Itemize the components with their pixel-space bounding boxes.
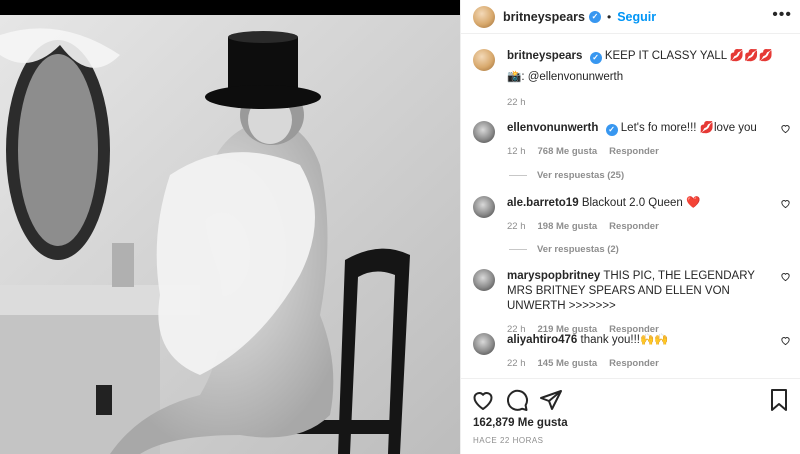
like-comment-heart-icon[interactable] [780, 271, 791, 282]
comment-item: ellenvonunwerth ✓ Let's fo more!!! 💋love… [461, 121, 800, 159]
post-photo-image [0, 15, 460, 454]
post-actions: 162,879 Me gusta HACE 22 HORAS [461, 378, 800, 454]
replies-line [509, 249, 527, 250]
comment-username[interactable]: ale.barreto19 [507, 197, 579, 209]
verified-badge-icon: ✓ [605, 124, 618, 136]
follow-button[interactable]: Seguir [617, 10, 656, 24]
post-caption: britneyspears ✓ KEEP IT CLASSY YALL 💋💋💋 … [461, 35, 800, 110]
author-avatar[interactable] [473, 5, 495, 28]
comment-time: 22 h [507, 358, 526, 369]
comment-icon[interactable] [505, 388, 529, 412]
view-replies-button[interactable]: Ver respuestas (2) [509, 244, 619, 255]
comment-username[interactable]: maryspopbritney [507, 270, 600, 282]
comment-likes[interactable]: 768 Me gusta [538, 144, 598, 159]
comment-item: ale.barreto19 Blackout 2.0 Queen ❤️ 22 h… [461, 196, 800, 234]
comment-username[interactable]: aliyahtiro476 [507, 334, 577, 346]
comment-likes[interactable]: 145 Me gusta [538, 356, 598, 371]
comment-avatar[interactable] [473, 196, 495, 218]
view-replies-button[interactable]: Ver respuestas (25) [509, 170, 624, 181]
comment-username[interactable]: ellenvonunwerth [507, 122, 598, 134]
reply-button[interactable]: Responder [609, 356, 659, 371]
share-icon[interactable] [539, 388, 563, 412]
caption-credit[interactable]: 📸: @ellenvonunwerth [507, 70, 773, 85]
comment-item: maryspopbritney THIS PIC, THE LEGENDARY … [461, 269, 800, 337]
heart-icon[interactable] [471, 388, 495, 412]
comment-text: Let's fo more!!! 💋love you [620, 122, 757, 134]
caption-time: 22 h [507, 97, 526, 108]
comment-item: aliyahtiro476 thank you!!!🙌🙌 22 h 145 Me… [461, 333, 800, 371]
verified-badge-icon: ✓ [589, 52, 602, 64]
separator-dot: • [606, 9, 612, 24]
post-timestamp: HACE 22 HORAS [473, 436, 544, 445]
post-side-panel: britneyspears ✓ • Seguir ••• britneyspea… [460, 0, 800, 454]
comments-list[interactable]: britneyspears ✓ KEEP IT CLASSY YALL 💋💋💋 … [461, 35, 800, 378]
comment-avatar[interactable] [473, 121, 495, 143]
post-photo[interactable] [0, 15, 460, 454]
post-likes-count[interactable]: 162,879 Me gusta [461, 413, 800, 429]
caption-text: KEEP IT CLASSY YALL 💋💋💋 [604, 50, 773, 62]
like-comment-heart-icon[interactable] [780, 123, 791, 134]
comment-avatar[interactable] [473, 269, 495, 291]
comment-text: thank you!!!🙌🙌 [580, 334, 669, 346]
comment-likes[interactable]: 198 Me gusta [538, 219, 598, 234]
more-options-icon[interactable]: ••• [772, 7, 792, 23]
bookmark-icon[interactable] [767, 388, 791, 412]
view-replies-label: Ver respuestas (25) [537, 170, 625, 181]
caption-avatar[interactable] [473, 49, 495, 71]
like-comment-heart-icon[interactable] [780, 335, 791, 346]
replies-line [509, 175, 527, 176]
caption-username[interactable]: britneyspears [507, 50, 582, 62]
comment-text: Blackout 2.0 Queen ❤️ [581, 197, 701, 209]
author-username[interactable]: britneyspears [503, 10, 585, 24]
comment-avatar[interactable] [473, 333, 495, 355]
post-header: britneyspears ✓ • Seguir ••• [461, 0, 800, 34]
view-replies-label: Ver respuestas (2) [537, 244, 619, 255]
comment-time: 12 h [507, 146, 526, 157]
reply-button[interactable]: Responder [609, 144, 659, 159]
like-comment-heart-icon[interactable] [780, 198, 791, 209]
verified-badge-icon: ✓ [588, 10, 601, 23]
comment-time: 22 h [507, 221, 526, 232]
reply-button[interactable]: Responder [609, 219, 659, 234]
